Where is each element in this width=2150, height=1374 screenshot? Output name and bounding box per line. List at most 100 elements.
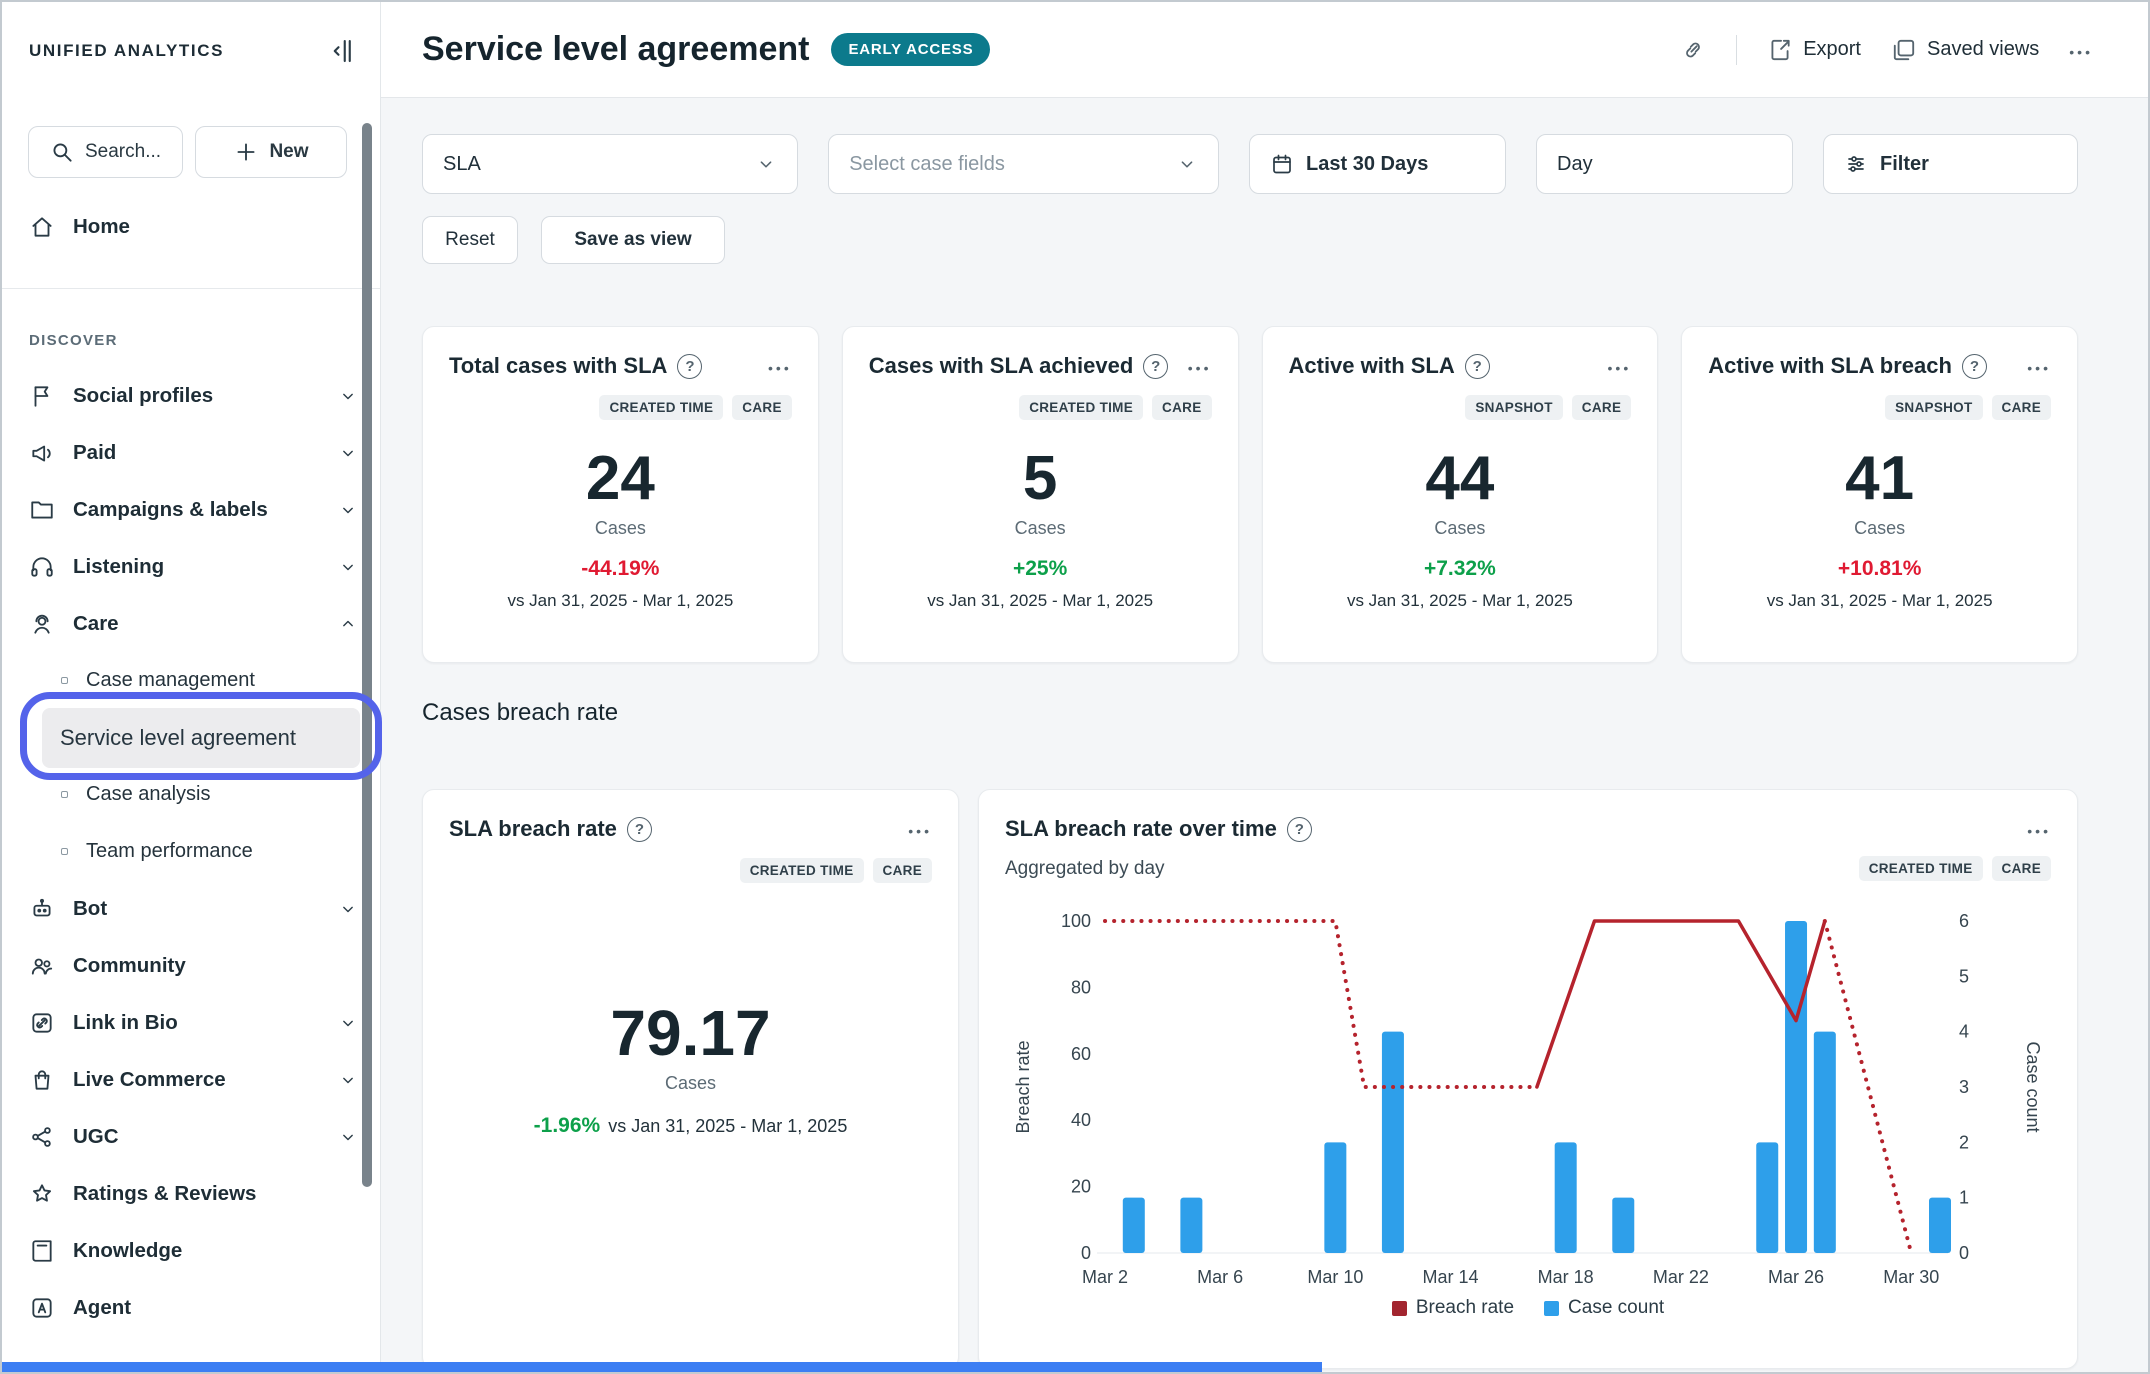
sidebar-item-community[interactable]: Community <box>2 937 380 994</box>
sidebar-item-case-analysis[interactable]: Case analysis <box>2 766 380 823</box>
date-range-value: Last 30 Days <box>1306 153 1428 176</box>
share-link-icon[interactable] <box>1680 37 1706 63</box>
reset-label: Reset <box>445 229 495 251</box>
svg-text:Breach rate: Breach rate <box>1013 1040 1033 1133</box>
sidebar-item-paid[interactable]: Paid <box>2 424 380 481</box>
save-as-view-label: Save as view <box>574 229 691 251</box>
new-button[interactable]: New <box>195 126 347 178</box>
card-more-menu[interactable] <box>1188 359 1212 373</box>
metric-card-active-with-sla-breach: Active with SLA breach SNAPSHOT CARE 41 … <box>1681 326 2078 663</box>
sidebar-item-bot[interactable]: Bot <box>2 880 380 937</box>
reset-button[interactable]: Reset <box>422 216 518 264</box>
help-icon[interactable] <box>677 354 702 379</box>
search-label: Search... <box>85 141 161 163</box>
sla-breach-chart[interactable]: 0204060801000123456Mar 2Mar 6Mar 10Mar 1… <box>1005 891 2053 1293</box>
sidebar-item-ugc[interactable]: UGC <box>2 1108 380 1165</box>
export-button[interactable]: Export <box>1767 37 1861 63</box>
sidebar-item-home[interactable]: Home <box>2 202 380 252</box>
save-as-view-button[interactable]: Save as view <box>541 216 725 264</box>
svg-text:Mar 22: Mar 22 <box>1653 1267 1709 1287</box>
sidebar-item-label: Bot <box>73 897 107 921</box>
header-more-menu[interactable] <box>2069 43 2093 57</box>
granularity-dropdown[interactable]: Day <box>1536 134 1793 194</box>
metric-compare: vs Jan 31, 2025 - Mar 1, 2025 <box>449 591 792 611</box>
sla-breach-rate-card: SLA breach rate CREATED TIME CARE 79.17 … <box>422 789 959 1369</box>
help-icon[interactable] <box>627 817 652 842</box>
sidebar-item-listening[interactable]: Listening <box>2 538 380 595</box>
sidebar-scrollbar[interactable] <box>362 123 372 1187</box>
card-title: Active with SLA breach <box>1708 353 1952 379</box>
sidebar-item-label: Knowledge <box>73 1239 182 1263</box>
dimension-badge: CARE <box>1992 395 2051 420</box>
card-more-menu[interactable] <box>2027 359 2051 373</box>
svg-text:5: 5 <box>1959 966 1969 986</box>
export-icon <box>1767 37 1793 63</box>
section-title-cases-breach-rate: Cases breach rate <box>422 699 2078 727</box>
agent-square-icon <box>29 1295 55 1321</box>
svg-text:60: 60 <box>1071 1044 1091 1064</box>
case-fields-placeholder: Select case fields <box>849 153 1005 176</box>
svg-text:1: 1 <box>1959 1188 1969 1208</box>
care-agent-icon <box>29 611 55 637</box>
sidebar-item-link-in-bio[interactable]: Link in Bio <box>2 994 380 1051</box>
metric-card-sla-achieved: Cases with SLA achieved CREATED TIME CAR… <box>842 326 1239 663</box>
metric-card-active-with-sla: Active with SLA SNAPSHOT CARE 44 Cases +… <box>1262 326 1659 663</box>
card-more-menu[interactable] <box>2027 822 2051 836</box>
brand-title: UNIFIED ANALYTICS <box>29 41 224 61</box>
sidebar-item-social-profiles[interactable]: Social profiles <box>2 367 380 424</box>
search-button[interactable]: Search... <box>28 126 183 178</box>
sidebar-item-label: Care <box>73 612 119 636</box>
sidebar-item-label: Paid <box>73 441 116 465</box>
help-icon[interactable] <box>1287 817 1312 842</box>
sla-dropdown[interactable]: SLA <box>422 134 798 194</box>
sidebar-divider <box>2 288 380 289</box>
metric-compare: vs Jan 31, 2025 - Mar 1, 2025 <box>869 591 1212 611</box>
metric-unit: Cases <box>1708 518 2051 539</box>
filter-button[interactable]: Filter <box>1823 134 2078 194</box>
saved-views-button[interactable]: Saved views <box>1891 37 2039 63</box>
sidebar-item-label: Social profiles <box>73 384 213 408</box>
sidebar-item-care[interactable]: Care <box>2 595 380 652</box>
svg-text:0: 0 <box>1081 1243 1091 1263</box>
metric-unit: Cases <box>449 518 792 539</box>
card-title: Active with SLA <box>1289 353 1455 379</box>
card-more-menu[interactable] <box>768 359 792 373</box>
legend-item-case-count: Case count <box>1544 1297 1664 1319</box>
svg-text:Mar 30: Mar 30 <box>1883 1267 1939 1287</box>
legend-item-breach-rate: Breach rate <box>1392 1297 1514 1319</box>
sidebar-item-label: Campaigns & labels <box>73 498 268 522</box>
card-more-menu[interactable] <box>908 822 932 836</box>
plus-icon <box>233 139 259 165</box>
metric-compare: vs Jan 31, 2025 - Mar 1, 2025 <box>1708 591 2051 611</box>
sidebar-item-label: UGC <box>73 1125 119 1149</box>
sidebar-item-campaigns-labels[interactable]: Campaigns & labels <box>2 481 380 538</box>
chevron-up-icon <box>338 614 358 634</box>
home-icon <box>29 214 55 240</box>
sidebar-item-live-commerce[interactable]: Live Commerce <box>2 1051 380 1108</box>
sidebar-item-case-management[interactable]: Case management <box>2 652 380 709</box>
sidebar-item-label: Listening <box>73 555 164 579</box>
sidebar-item-team-performance[interactable]: Team performance <box>2 823 380 880</box>
case-fields-dropdown[interactable]: Select case fields <box>828 134 1219 194</box>
chevron-down-icon <box>338 1127 358 1147</box>
sidebar-item-agent[interactable]: Agent <box>2 1279 380 1336</box>
svg-text:100: 100 <box>1061 911 1091 931</box>
dimension-badge: CARE <box>1572 395 1631 420</box>
sidebar-item-service-level-agreement[interactable]: Service level agreement <box>2 709 380 766</box>
svg-text:6: 6 <box>1959 911 1969 931</box>
date-range-picker[interactable]: Last 30 Days <box>1249 134 1506 194</box>
help-icon[interactable] <box>1465 354 1490 379</box>
bottom-scrollbar[interactable] <box>2 1362 1322 1372</box>
sidebar-item-knowledge[interactable]: Knowledge <box>2 1222 380 1279</box>
sidebar-collapse-icon[interactable] <box>326 36 356 66</box>
search-icon <box>49 139 75 165</box>
help-icon[interactable] <box>1143 354 1168 379</box>
saved-views-label: Saved views <box>1927 38 2039 61</box>
dimension-badge: SNAPSHOT <box>1465 395 1562 420</box>
header-divider <box>1736 35 1737 65</box>
metric-delta: +25% <box>869 557 1212 581</box>
folder-icon <box>29 497 55 523</box>
card-more-menu[interactable] <box>1608 359 1632 373</box>
sidebar-item-ratings-reviews[interactable]: Ratings & Reviews <box>2 1165 380 1222</box>
help-icon[interactable] <box>1962 354 1987 379</box>
